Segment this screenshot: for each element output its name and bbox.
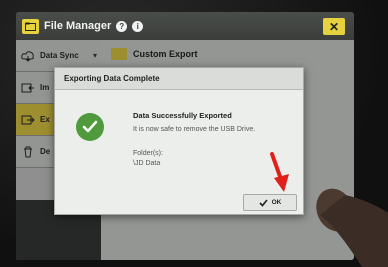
folder-value: \JD Data	[133, 160, 161, 167]
finger-image	[316, 188, 388, 267]
ok-button-label: OK	[271, 199, 282, 206]
window-title: File Manager	[44, 20, 112, 32]
folder-label: Folder(s):	[133, 150, 163, 157]
dialog-message: It is now safe to remove the USB Drive.	[133, 126, 256, 133]
file-manager-icon	[22, 18, 39, 34]
success-check-icon	[76, 113, 104, 141]
red-arrow-annotation	[270, 152, 289, 192]
close-button[interactable]: ✕	[323, 18, 345, 35]
dialog-heading: Data Successfully Exported	[133, 111, 232, 120]
dialog-header: Exporting Data Complete	[55, 68, 303, 90]
info-icon[interactable]: i	[132, 20, 144, 32]
help-icon[interactable]: ?	[116, 20, 128, 32]
title-bar: File Manager ? i ✕	[16, 12, 354, 40]
dialog-title: Exporting Data Complete	[64, 74, 160, 83]
ok-button[interactable]: OK	[243, 194, 297, 211]
checkmark-icon	[259, 198, 268, 207]
